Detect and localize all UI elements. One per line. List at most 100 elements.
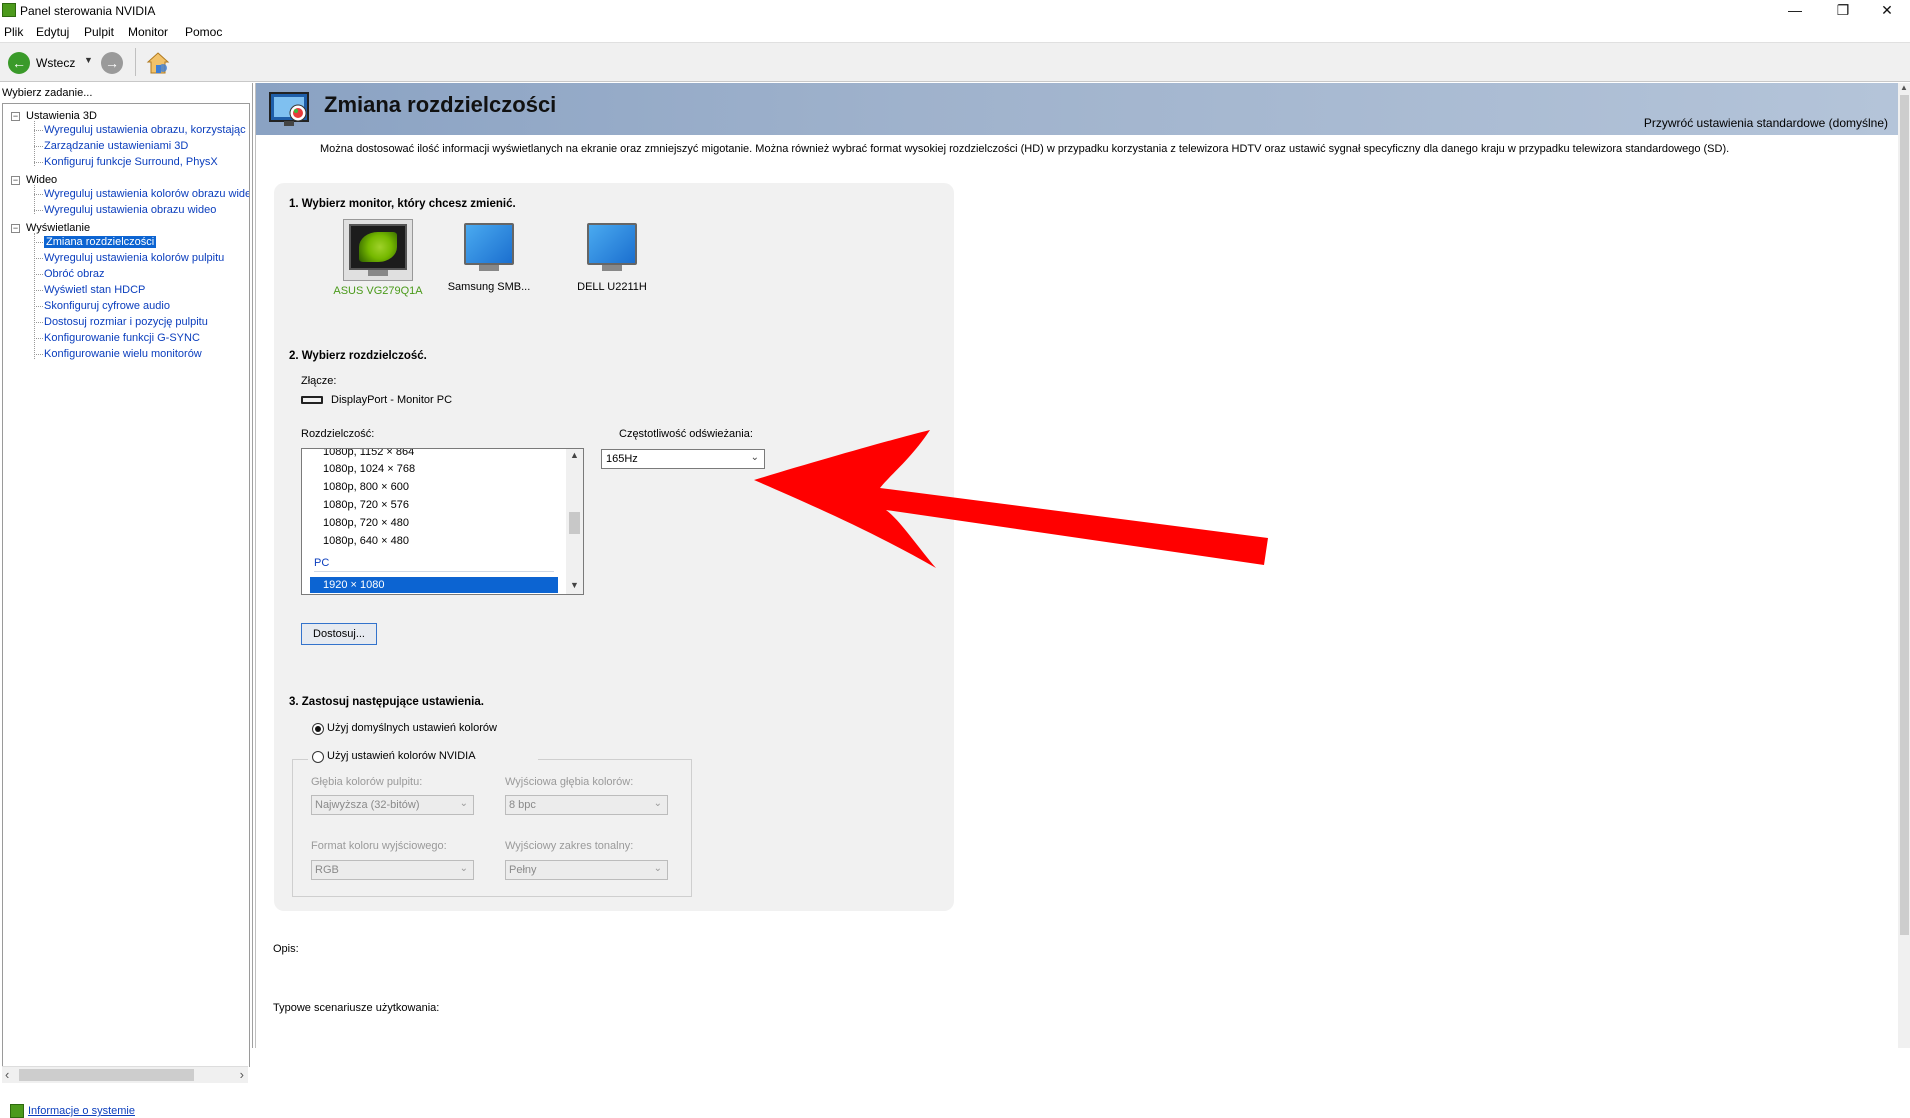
scrollbar-thumb[interactable] (1900, 95, 1909, 935)
tree-line (34, 121, 35, 166)
scrollbar-thumb[interactable] (19, 1069, 194, 1081)
menu-pomoc[interactable]: Pomoc (185, 25, 222, 39)
scrollbar-thumb[interactable] (569, 512, 580, 534)
scroll-right-icon[interactable]: › (240, 1067, 244, 1082)
tree-line (34, 233, 35, 359)
sidebar-item-desktop-size[interactable]: Dostosuj rozmiar i pozycję pulpitu (44, 316, 208, 328)
back-button-label[interactable]: Wstecz (36, 56, 75, 70)
forward-arrow-icon[interactable]: → (101, 52, 123, 74)
sidebar-item-video-colors[interactable]: Wyreguluj ustawienia kolorów obrazu wide… (44, 188, 249, 200)
back-arrow-icon[interactable]: ← (8, 52, 30, 74)
tree-line (34, 146, 43, 147)
back-history-dropdown-icon[interactable]: ▼ (84, 55, 93, 65)
scroll-left-icon[interactable]: ‹ (5, 1067, 9, 1082)
scroll-up-icon[interactable]: ▲ (1900, 83, 1908, 92)
monitor-screen-icon (587, 223, 637, 265)
tree-line (34, 242, 43, 243)
menu-edytuj[interactable]: Edytuj (36, 25, 69, 39)
list-item[interactable]: 1080p, 800 × 600 (323, 481, 409, 493)
selected-resolution-row[interactable]: 1920 × 1080 (310, 577, 558, 593)
radio-default-colors-label[interactable]: Użyj domyślnych ustawień kolorów (327, 722, 497, 734)
resolution-listbox[interactable]: 1080p, 1152 × 864 1080p, 1024 × 768 1080… (301, 448, 584, 595)
restore-defaults-link[interactable]: Przywróć ustawienia standardowe (domyśln… (1644, 116, 1888, 130)
list-item[interactable]: 1080p, 720 × 480 (323, 517, 409, 529)
sidebar-item-video-image[interactable]: Wyreguluj ustawienia obrazu wideo (44, 204, 216, 216)
sidebar-item-change-resolution[interactable]: Zmiana rozdzielczości (44, 236, 157, 248)
scroll-up-icon[interactable]: ▲ (570, 450, 579, 460)
main-vertical-scrollbar[interactable]: ▲ (1898, 83, 1910, 1048)
sidebar-item-multi-monitor[interactable]: Konfigurowanie wielu monitorów (44, 348, 202, 360)
desktop-depth-value: Najwyższa (32-bitów) (315, 799, 420, 811)
sidebar-item-image-preview[interactable]: Wyreguluj ustawienia obrazu, korzystając… (44, 124, 249, 136)
monitor-asus[interactable]: ASUS VG279Q1A (333, 219, 423, 297)
desktop-depth-label: Głębia kolorów pulpitu: (311, 776, 423, 788)
output-depth-label: Wyjściowa głębia kolorów: (505, 776, 634, 788)
close-button[interactable]: ✕ (1864, 0, 1910, 22)
scroll-down-icon[interactable]: ▼ (570, 580, 579, 590)
resolution-group-header: PC (314, 557, 330, 569)
ustawienia-3d-toggle[interactable]: − (11, 112, 20, 121)
menu-pulpit[interactable]: Pulpit (84, 25, 114, 39)
task-sidebar: Wybierz zadanie... − Ustawienia 3D Wyreg… (0, 83, 253, 1118)
radio-nvidia-colors[interactable] (312, 751, 324, 763)
color-format-select: RGB ⌄ (311, 860, 474, 880)
tree-line (34, 338, 43, 339)
customize-button[interactable]: Dostosuj... (301, 623, 377, 645)
tree-line (34, 290, 43, 291)
monitor-stand (479, 265, 499, 271)
monitor-stand (602, 265, 622, 271)
sidebar-item-gsync[interactable]: Konfigurowanie funkcji G-SYNC (44, 332, 200, 344)
refresh-rate-value: 165Hz (606, 453, 638, 465)
radio-nvidia-colors-label[interactable]: Użyj ustawień kolorów NVIDIA (327, 750, 476, 762)
step-1-heading: 1. Wybierz monitor, który chcesz zmienić… (289, 198, 516, 210)
restore-button[interactable]: ❐ (1820, 0, 1866, 22)
list-item[interactable]: 1080p, 1024 × 768 (323, 463, 415, 475)
tree-line (34, 274, 43, 275)
selected-resolution: 1920 × 1080 (323, 579, 385, 591)
menu-plik[interactable]: Plik (4, 25, 23, 39)
refresh-rate-select[interactable]: 165Hz ⌄ (601, 449, 765, 469)
menu-monitor[interactable]: Monitor (128, 25, 168, 39)
dynamic-range-value: Pełny (509, 864, 537, 876)
home-icon[interactable] (146, 51, 170, 75)
list-item[interactable]: 1080p, 720 × 576 (323, 499, 409, 511)
connector-label: Złącze: (301, 375, 337, 387)
wideo-toggle[interactable]: − (11, 176, 20, 185)
wyswietlanie-toggle[interactable]: − (11, 224, 20, 233)
system-info-link[interactable]: Informacje o systemie (28, 1105, 135, 1117)
tree-line (34, 322, 43, 323)
monitor-dell[interactable]: DELL U2211H (567, 223, 657, 293)
toolbar: ← Wstecz ▼ → (0, 42, 1910, 82)
monitor-samsung[interactable]: Samsung SMB... (444, 223, 534, 293)
list-item[interactable]: 1080p, 1152 × 864 (323, 449, 414, 458)
desktop-depth-select: Najwyższa (32-bitów) ⌄ (311, 795, 474, 815)
tree-group-display[interactable]: Wyświetlanie (26, 222, 90, 234)
color-format-label: Format koloru wyjściowego: (311, 840, 447, 852)
sidebar-item-3d-settings[interactable]: Zarządzanie ustawieniami 3D (44, 140, 188, 152)
resolution-scrollbar[interactable]: ▲ ▼ (566, 449, 583, 594)
display-page-icon (268, 89, 314, 129)
tree-line (34, 354, 43, 355)
list-item[interactable]: 1080p, 640 × 480 (323, 535, 409, 547)
sidebar-item-hdcp[interactable]: Wyświetl stan HDCP (44, 284, 145, 296)
sidebar-item-digital-audio[interactable]: Skonfiguruj cyfrowe audio (44, 300, 170, 312)
monitor-name: DELL U2211H (577, 281, 647, 293)
sidebar-item-desktop-colors[interactable]: Wyreguluj ustawienia kolorów pulpitu (44, 252, 224, 264)
tree-line (34, 194, 43, 195)
tree-group-video[interactable]: Wideo (26, 174, 57, 186)
monitor-name: ASUS VG279Q1A (333, 285, 423, 297)
minimize-button[interactable]: — (1772, 0, 1818, 22)
tree-group-3d[interactable]: Ustawienia 3D (26, 110, 97, 122)
sidebar-item-surround-physx[interactable]: Konfiguruj funkcje Surround, PhysX (44, 156, 218, 168)
radio-default-colors[interactable] (312, 723, 324, 735)
step-2-heading: 2. Wybierz rozdzielczość. (289, 350, 427, 362)
typical-usage-label: Typowe scenariusze użytkowania: (273, 1002, 440, 1014)
sidebar-horizontal-scrollbar[interactable]: ‹ › (2, 1066, 248, 1083)
sidebar-item-rotate[interactable]: Obróć obraz (44, 268, 105, 280)
output-depth-select: 8 bpc ⌄ (505, 795, 668, 815)
tree-line (34, 258, 43, 259)
monitor-selected-frame (343, 219, 413, 281)
toolbar-separator (135, 48, 136, 76)
monitor-stand (368, 270, 388, 276)
page-banner: Zmiana rozdzielczości Przywróć ustawieni… (256, 83, 1898, 135)
